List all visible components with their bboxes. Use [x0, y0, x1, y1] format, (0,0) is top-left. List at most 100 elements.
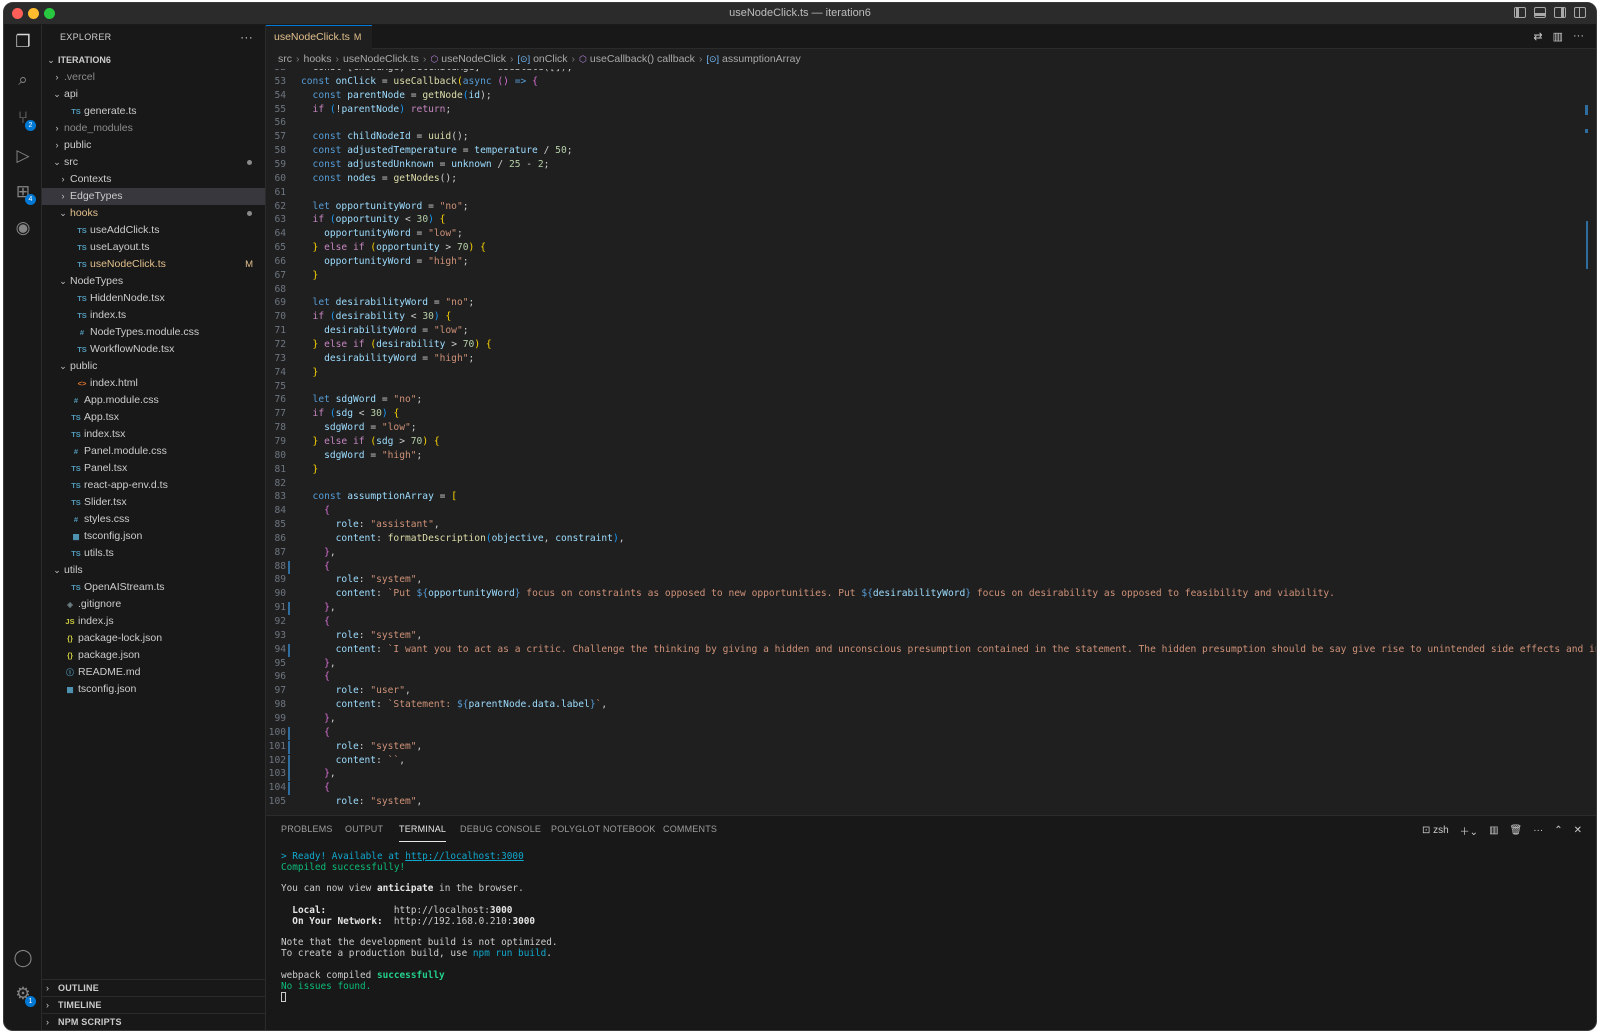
- terminal-shell[interactable]: ⊡ zsh: [1422, 825, 1449, 836]
- breadcrumb-item[interactable]: ⬡ useNodeClick: [430, 53, 506, 65]
- folder-item[interactable]: › .vercel: [42, 69, 265, 86]
- panel-more-icon[interactable]: ···: [1533, 825, 1543, 836]
- tab-comments[interactable]: COMMENTS: [663, 816, 717, 842]
- tab-problems[interactable]: PROBLEMS: [281, 816, 333, 842]
- file-item[interactable]: <> index.html: [42, 375, 265, 392]
- terminal-icon: ⊡: [1421, 825, 1434, 836]
- terminal-output[interactable]: > Ready! Available at http://localhost:3…: [281, 851, 1586, 1030]
- open-changes-icon[interactable]: ⇄: [1533, 30, 1542, 43]
- file-item[interactable]: TS useAddClick.ts: [42, 222, 265, 239]
- breadcrumb-item[interactable]: useNodeClick.ts: [343, 53, 419, 65]
- code-editor[interactable]: 52 const [childAge, setChildAge] = useSt…: [266, 69, 1596, 815]
- folder-item[interactable]: ⌄ src: [42, 154, 265, 171]
- code-token: ${: [416, 588, 429, 600]
- folder-item[interactable]: ⌄ utils: [42, 562, 265, 579]
- folder-item[interactable]: ⌄ NodeTypes: [42, 273, 265, 290]
- file-item[interactable]: TS index.tsx: [42, 426, 265, 443]
- breadcrumb-item[interactable]: [⊙] assumptionArray: [706, 53, 800, 65]
- file-item[interactable]: TS react-app-env.d.ts: [42, 477, 265, 494]
- terminal-network-label: On Your Network:: [292, 915, 383, 927]
- toggle-primary-sidebar-icon[interactable]: [1514, 7, 1526, 18]
- folder-item[interactable]: › node_modules: [42, 120, 265, 137]
- file-item[interactable]: TS OpenAIStream.ts: [42, 579, 265, 596]
- folder-item[interactable]: ⌄ public: [42, 358, 265, 375]
- code-token: {: [485, 339, 492, 350]
- toggle-secondary-sidebar-icon[interactable]: [1554, 7, 1566, 18]
- split-editor-icon[interactable]: ▥: [1553, 30, 1563, 43]
- section-timeline[interactable]: › TIMELINE: [42, 996, 265, 1013]
- tab-polyglot-notebook[interactable]: POLYGLOT NOTEBOOK: [551, 816, 656, 842]
- file-item[interactable]: JS index.js: [42, 613, 265, 630]
- file-item[interactable]: TS index.ts: [42, 307, 265, 324]
- file-item[interactable]: ⓘ README.md: [42, 664, 265, 681]
- file-item[interactable]: # styles.css: [42, 511, 265, 528]
- code-token: ): [422, 435, 434, 447]
- file-item[interactable]: # NodeTypes.module.css: [42, 324, 265, 341]
- folder-item[interactable]: › public: [42, 137, 265, 154]
- breadcrumb-item[interactable]: hooks: [304, 53, 332, 65]
- github-icon[interactable]: ◉: [12, 217, 34, 239]
- line-number: 70: [274, 311, 286, 323]
- extensions-icon[interactable]: ⊞ 4: [12, 181, 36, 205]
- code-token: }: [301, 463, 319, 475]
- maximize-panel-icon[interactable]: ⌃: [1554, 825, 1562, 836]
- settings-gear-icon[interactable]: ⚙ 1: [12, 983, 36, 1007]
- kill-terminal-icon[interactable]: 🗑: [1510, 825, 1523, 836]
- tab-terminal[interactable]: TERMINAL: [399, 816, 447, 842]
- code-token: :: [358, 740, 371, 752]
- folder-item[interactable]: › EdgeTypes: [42, 188, 265, 205]
- breadcrumb-separator-icon: ›: [422, 53, 427, 65]
- split-terminal-icon[interactable]: ▥: [1489, 825, 1498, 836]
- file-item[interactable]: # Panel.module.css: [42, 443, 265, 460]
- terminal-shell-label: zsh: [1433, 825, 1449, 836]
- file-item[interactable]: {} package-lock.json: [42, 630, 265, 647]
- source-control-icon[interactable]: ⑂ 2: [12, 107, 36, 131]
- file-item[interactable]: TS generate.ts: [42, 103, 265, 120]
- search-icon[interactable]: ⌕: [12, 69, 34, 91]
- breadcrumb-item[interactable]: ⬡ useCallback() callback: [579, 53, 695, 65]
- tab-debug-console[interactable]: DEBUG CONSOLE: [460, 816, 541, 842]
- folder-item[interactable]: ⌄ hooks: [42, 205, 265, 222]
- code-token: }: [301, 269, 319, 281]
- file-item[interactable]: TS HiddenNode.tsx: [42, 290, 265, 307]
- run-debug-icon[interactable]: ▷: [12, 145, 34, 167]
- workspace-root[interactable]: ⌄ ITERATION6: [42, 52, 265, 69]
- tab-usenodeclick[interactable]: useNodeClick.ts M: [266, 25, 372, 49]
- file-item[interactable]: TS WorkflowNode.tsx: [42, 341, 265, 358]
- explorer-more-actions-icon[interactable]: ···: [240, 25, 253, 49]
- breadcrumb-item[interactable]: [⊙] onClick: [518, 53, 568, 65]
- file-item[interactable]: TS Slider.tsx: [42, 494, 265, 511]
- breadcrumb-label: assumptionArray: [721, 53, 801, 65]
- file-item[interactable]: {} package.json: [42, 647, 265, 664]
- close-panel-icon[interactable]: ✕: [1574, 825, 1582, 836]
- line-number: 82: [274, 477, 286, 489]
- file-item[interactable]: ◈ .gitignore: [42, 596, 265, 613]
- code-token: role: [301, 574, 359, 586]
- code-token: "low": [433, 325, 463, 337]
- toggle-panel-icon[interactable]: [1534, 7, 1546, 18]
- folder-item[interactable]: ⌄ api: [42, 86, 265, 103]
- code-token: {: [301, 782, 330, 794]
- change-dot-icon: [247, 160, 252, 165]
- file-item[interactable]: TS App.tsx: [42, 409, 265, 426]
- section-outline[interactable]: › OUTLINE: [42, 979, 265, 996]
- file-item[interactable]: TS useLayout.ts: [42, 239, 265, 256]
- terminal-link[interactable]: http://localhost:3000: [405, 851, 524, 862]
- explorer-icon[interactable]: ❐: [12, 31, 34, 53]
- breadcrumb-item[interactable]: src: [278, 53, 292, 65]
- file-item[interactable]: TS utils.ts: [42, 545, 265, 562]
- folder-item[interactable]: › Contexts: [42, 171, 265, 188]
- accounts-icon[interactable]: ◯: [12, 947, 34, 969]
- file-item[interactable]: # App.module.css: [42, 392, 265, 409]
- terminal-note: To create a production build, use: [281, 948, 473, 960]
- customize-layout-icon[interactable]: [1574, 7, 1586, 18]
- new-terminal-icon[interactable]: ＋⌄: [1460, 823, 1478, 838]
- file-item[interactable]: TS Panel.tsx: [42, 460, 265, 477]
- file-item[interactable]: ▦ tsconfig.json: [42, 681, 265, 698]
- file-item[interactable]: TS useNodeClick.ts M: [42, 256, 265, 273]
- tab-output[interactable]: OUTPUT: [345, 816, 383, 842]
- file-item[interactable]: ▦ tsconfig.json: [42, 528, 265, 545]
- ts-file-icon: TS: [77, 243, 87, 252]
- editor-more-actions-icon[interactable]: ···: [1573, 30, 1584, 43]
- section-npm-scripts[interactable]: › NPM SCRIPTS: [42, 1013, 265, 1030]
